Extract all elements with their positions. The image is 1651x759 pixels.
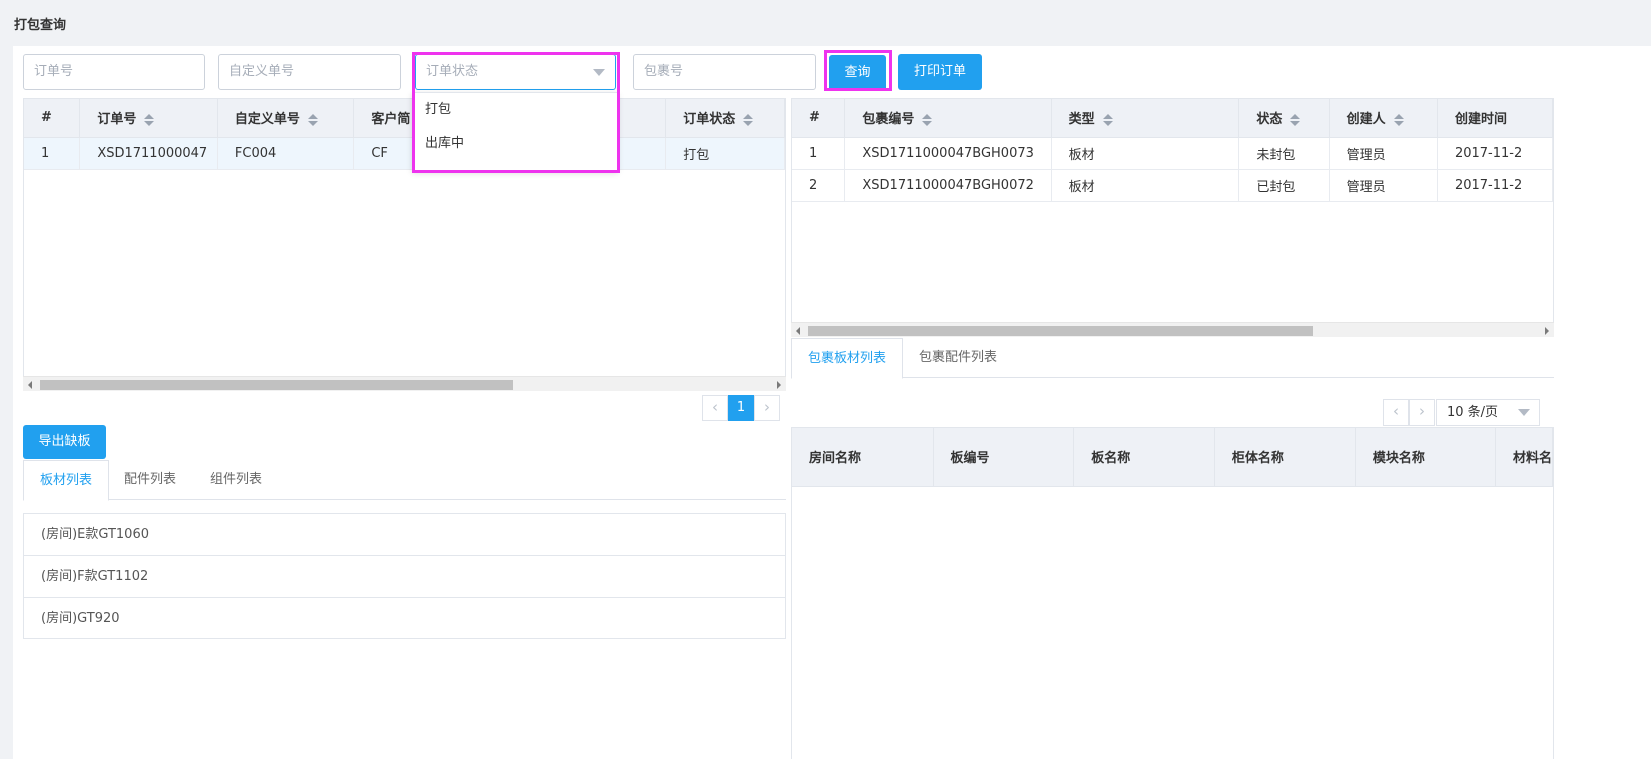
dropdown-option-packing[interactable]: 打包 <box>413 93 617 127</box>
order-status-select[interactable]: 订单状态 <box>415 54 616 90</box>
sort-icon[interactable] <box>307 113 318 126</box>
sort-icon[interactable] <box>743 113 754 126</box>
scroll-right-icon[interactable] <box>777 381 781 389</box>
col-cabinet-name[interactable]: 柜体名称 <box>1214 428 1356 487</box>
orders-pager-current[interactable]: 1 <box>728 395 754 421</box>
scroll-left-icon[interactable] <box>796 327 800 335</box>
list-item[interactable]: (房间)E款GT1060 <box>24 514 785 556</box>
query-button[interactable]: 查询 <box>829 55 886 91</box>
col-type[interactable]: 类型 <box>1051 99 1240 138</box>
orders-header-row: # 订单号 自定义单号 客户简 订单状态 <box>24 99 785 138</box>
col-module-name[interactable]: 模块名称 <box>1355 428 1496 487</box>
orders-pager-prev[interactable]: ‹ <box>702 395 728 421</box>
sort-icon[interactable] <box>1102 113 1113 126</box>
custom-no-input[interactable]: 自定义单号 <box>218 54 401 90</box>
table-row[interactable]: 1 XSD1711000047BGH0073 板材 未封包 管理员 2017-1… <box>792 137 1553 170</box>
col-board-name[interactable]: 板名称 <box>1073 428 1215 487</box>
cell-order-status: 打包 <box>665 137 785 170</box>
chevron-down-icon <box>1518 409 1530 416</box>
order-status-placeholder: 订单状态 <box>426 64 479 79</box>
sort-icon[interactable] <box>1393 113 1404 126</box>
cell-package-no: XSD1711000047BGH0073 <box>844 137 1052 170</box>
col-room-name[interactable]: 房间名称 <box>792 428 934 487</box>
left-tabs: 板材列表 配件列表 组件列表 <box>23 460 786 501</box>
package-no-input[interactable]: 包裹号 <box>633 54 816 90</box>
col-index: # <box>792 99 846 138</box>
boards-header-row: 房间名称 板编号 板名称 柜体名称 模块名称 材料名 <box>792 428 1553 487</box>
orders-table: # 订单号 自定义单号 客户简 订单状态 1 XSD1711000047 FC0… <box>23 98 786 378</box>
cell-index: 1 <box>792 137 846 170</box>
page-size-value: 10 条/页 <box>1447 405 1499 420</box>
cell-type: 板材 <box>1051 169 1240 202</box>
export-missing-button[interactable]: 导出缺板 <box>23 425 106 459</box>
board-list: (房间)E款GT1060 (房间)F款GT1102 (房间)GT920 <box>23 513 786 639</box>
cell-status: 已封包 <box>1238 169 1330 202</box>
cell-order-no: XSD1711000047 <box>79 137 218 170</box>
sort-icon[interactable] <box>144 113 155 126</box>
cell-type: 板材 <box>1051 137 1240 170</box>
print-order-button[interactable]: 打印订单 <box>898 54 982 90</box>
packages-header-row: # 包裹编号 类型 状态 创建人 创建时间 <box>792 99 1553 138</box>
col-custom-no[interactable]: 自定义单号 <box>217 99 355 138</box>
tab-package-board-list[interactable]: 包裹板材列表 <box>791 338 904 379</box>
packages-table: # 包裹编号 类型 状态 创建人 创建时间 1 XSD1711000047BGH… <box>791 98 1554 323</box>
scroll-right-icon[interactable] <box>1545 327 1549 335</box>
sort-icon[interactable] <box>1290 113 1301 126</box>
col-status[interactable]: 状态 <box>1238 99 1330 138</box>
col-creator[interactable]: 创建人 <box>1329 99 1438 138</box>
page-title: 打包查询 <box>14 18 67 33</box>
scroll-left-icon[interactable] <box>28 381 32 389</box>
col-order-status[interactable]: 订单状态 <box>665 99 785 138</box>
col-created-time[interactable]: 创建时间 <box>1437 99 1553 138</box>
tab-fitting-list[interactable]: 配件列表 <box>108 460 192 500</box>
cell-package-no: XSD1711000047BGH0072 <box>844 169 1052 202</box>
orders-scrollbar[interactable] <box>23 376 786 391</box>
cell-index: 1 <box>24 137 81 170</box>
col-material-name[interactable]: 材料名 <box>1495 428 1553 487</box>
sort-icon[interactable] <box>922 113 933 126</box>
list-item[interactable]: (房间)GT920 <box>24 598 785 640</box>
cell-index: 2 <box>792 169 846 202</box>
col-package-no[interactable]: 包裹编号 <box>844 99 1052 138</box>
order-status-dropdown: 打包 出库中 <box>412 92 618 171</box>
cell-created-time: 2017-11-2 <box>1437 137 1553 170</box>
cell-creator: 管理员 <box>1329 169 1438 202</box>
cell-status: 未封包 <box>1238 137 1330 170</box>
cell-custom-no: FC004 <box>217 137 355 170</box>
col-board-no[interactable]: 板编号 <box>933 428 1075 487</box>
orders-pager-next[interactable]: › <box>754 395 780 421</box>
packages-scrollbar[interactable] <box>791 322 1554 337</box>
dropdown-option-outbound[interactable]: 出库中 <box>413 127 617 161</box>
list-item[interactable]: (房间)F款GT1102 <box>24 556 785 598</box>
table-row[interactable]: 1 XSD1711000047 FC004 CF 打包 <box>24 137 785 170</box>
right-pager-prev[interactable]: ‹ <box>1383 399 1409 426</box>
col-order-no[interactable]: 订单号 <box>79 99 218 138</box>
tab-package-fitting-list[interactable]: 包裹配件列表 <box>903 338 1013 378</box>
boards-table: 房间名称 板编号 板名称 柜体名称 模块名称 材料名 <box>791 427 1554 759</box>
cell-created-time: 2017-11-2 <box>1437 169 1553 202</box>
table-row[interactable]: 2 XSD1711000047BGH0072 板材 已封包 管理员 2017-1… <box>792 169 1553 202</box>
right-tabs: 包裹板材列表 包裹配件列表 <box>791 338 1554 379</box>
cell-creator: 管理员 <box>1329 137 1438 170</box>
chevron-down-icon <box>593 69 605 76</box>
tab-component-list[interactable]: 组件列表 <box>194 460 278 500</box>
page-size-select[interactable]: 10 条/页 <box>1436 399 1540 426</box>
scroll-thumb[interactable] <box>808 326 1313 336</box>
order-no-input[interactable]: 订单号 <box>23 54 205 90</box>
right-pager-next[interactable]: › <box>1409 399 1435 426</box>
col-index: # <box>24 99 81 138</box>
tab-board-list[interactable]: 板材列表 <box>23 460 110 501</box>
scroll-thumb[interactable] <box>40 380 513 390</box>
